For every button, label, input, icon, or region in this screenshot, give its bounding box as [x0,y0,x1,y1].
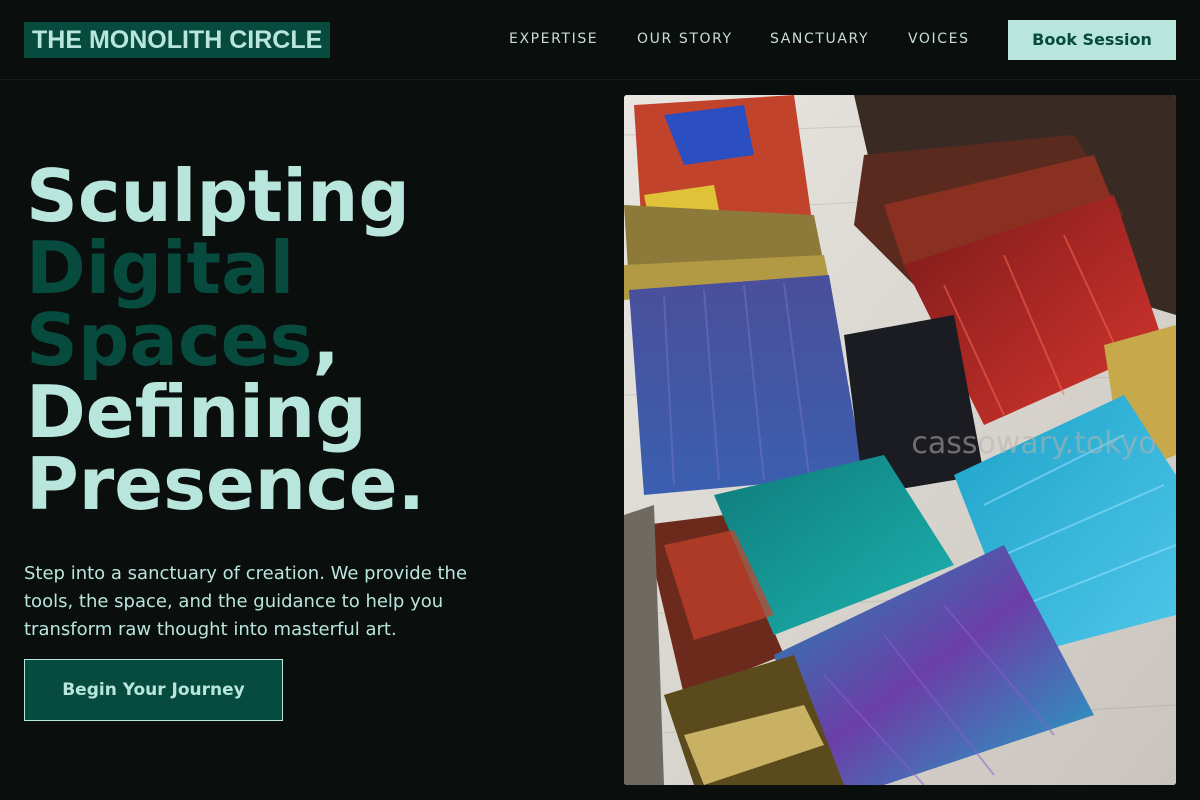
nav-link-sanctuary[interactable]: SANCTUARY [770,31,869,47]
headline-line-3: Spaces, [26,304,425,376]
logo[interactable]: THE MONOLITH CIRCLE [24,22,331,58]
headline-line-4: Defining [26,370,367,454]
watermark-text: cassowary.tokyo [911,426,1156,461]
paint-brushes-photo: cassowary.tokyo [624,95,1176,785]
site-header: THE MONOLITH CIRCLE EXPERTISE OUR STORY … [0,0,1200,80]
nav-link-our-story[interactable]: OUR STORY [637,31,733,47]
headline-line-2: Digital [26,226,295,310]
nav-link-voices[interactable]: VOICES [908,31,970,47]
begin-journey-button[interactable]: Begin Your Journey [24,659,283,721]
hero-description: Step into a sanctuary of creation. We pr… [24,563,468,640]
headline-line-5: Presence. [26,442,425,526]
book-session-button[interactable]: Book Session [1008,20,1176,60]
nav-link-expertise[interactable]: EXPERTISE [509,31,598,47]
hero-headline: Sculpting Digital Spaces, Defining Prese… [26,160,425,520]
headline-line-1: Sculpting [26,154,410,238]
